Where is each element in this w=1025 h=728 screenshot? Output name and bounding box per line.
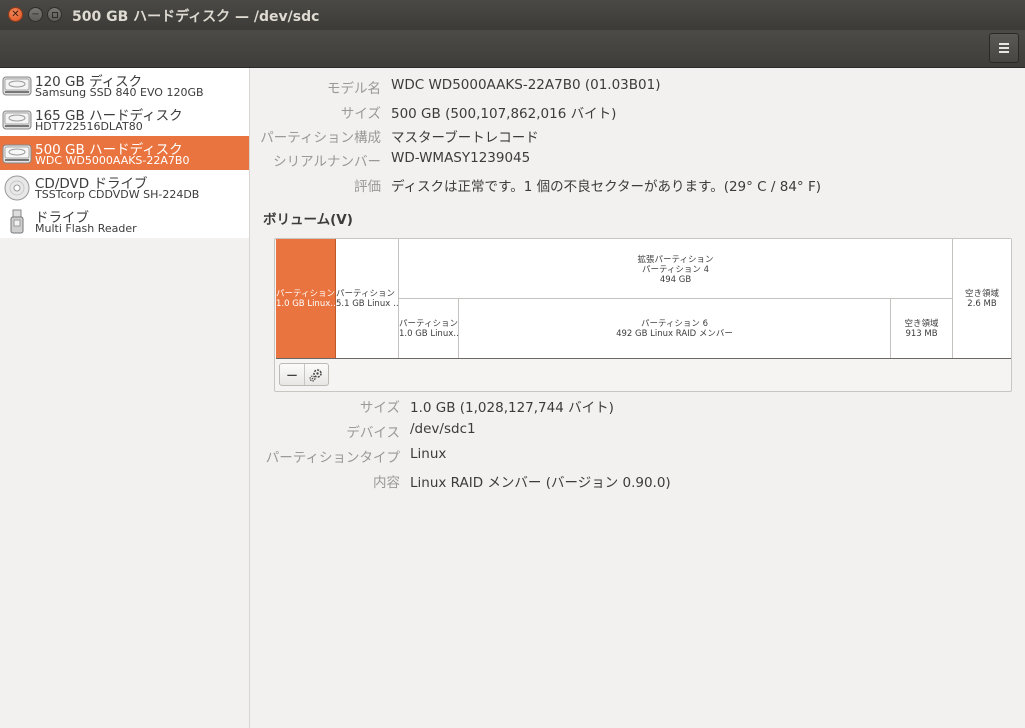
size-row: サイズ 500 GB (500,107,862,016 バイト) <box>251 102 1025 122</box>
size-label: サイズ <box>340 106 381 122</box>
menu-icon <box>999 43 1009 45</box>
volume-partition-1[interactable]: パーティション 1 1.0 GB Linux… <box>276 239 336 358</box>
volume-partition-6[interactable]: パーティション 6 492 GB Linux RAID メンバー <box>459 299 891 358</box>
volume-device-value: /dev/sdc1 <box>410 421 476 437</box>
drive-model: Samsung SSD 840 EVO 120GB <box>35 86 204 99</box>
volume-contents-label: 内容 <box>373 475 400 491</box>
volume-info: 2.6 MB <box>967 299 997 309</box>
volume-name: パーティション 5 <box>399 319 458 329</box>
volumes-heading: ボリューム(V) <box>263 212 353 228</box>
sidebar-item-cd-dvd-drive[interactable]: CD/DVD ドライブ TSSTcorp CDDVDW SH-224DB <box>0 170 249 204</box>
header-bar <box>0 30 1025 68</box>
volume-name: 空き領域 <box>964 289 999 299</box>
drive-model: Multi Flash Reader <box>35 222 137 235</box>
sidebar-item-500gb-disk[interactable]: 500 GB ハードディスク WDC WD5000AAKS-22A7B0 <box>0 136 249 170</box>
maximize-button[interactable] <box>47 7 62 22</box>
close-button[interactable]: ✕ <box>8 7 23 22</box>
optical-disc-icon <box>4 175 30 201</box>
minus-icon: − <box>285 365 299 384</box>
partition-options-button[interactable] <box>303 364 328 385</box>
usb-drive-icon <box>10 209 24 234</box>
volume-name: パーティション 1 <box>276 289 335 299</box>
volume-toolbar: − <box>279 363 329 386</box>
volume-free-space-inner[interactable]: 空き領域 913 MB <box>891 299 953 358</box>
partitioning-row: パーティション構成 マスターブートレコード <box>251 126 1025 146</box>
volume-size-label: サイズ <box>359 400 400 416</box>
drive-model: WDC WD5000AAKS-22A7B0 <box>35 154 190 167</box>
serial-label: シリアルナンバー <box>273 154 381 170</box>
hard-disk-icon <box>2 76 32 96</box>
model-label: モデル名 <box>327 81 381 97</box>
serial-row: シリアルナンバー WD-WMASY1239045 <box>251 150 1025 170</box>
volume-type: 拡張パーティション <box>637 255 714 265</box>
close-icon: ✕ <box>11 8 20 20</box>
volume-free-space-end[interactable]: 空き領域 2.6 MB <box>953 239 1011 358</box>
volume-info: 5.1 GB Linux … <box>336 299 399 309</box>
volume-name: パーティション 6 <box>640 319 709 329</box>
maximize-icon <box>51 11 58 18</box>
title-bar: ✕ − 500 GB ハードディスク — /dev/sdc <box>0 0 1025 30</box>
assessment-label: 評価 <box>354 179 381 195</box>
volume-device-label: デバイス <box>346 425 400 441</box>
volume-partition-2[interactable]: パーティション 2 5.1 GB Linux … <box>336 239 399 358</box>
volume-size-row: サイズ 1.0 GB (1,028,127,744 バイト) <box>251 396 1025 416</box>
volume-info: 1.0 GB Linux… <box>276 299 336 309</box>
drive-model: HDT722516DLAT80 <box>35 120 143 133</box>
disk-details-panel: モデル名 WDC WD5000AAKS-22A7B0 (01.03B01) サイ… <box>251 68 1025 728</box>
partitioning-value: マスターブートレコード <box>391 130 539 146</box>
volume-info: 492 GB Linux RAID メンバー <box>616 329 733 339</box>
volume-partition-5[interactable]: パーティション 5 1.0 GB Linux… <box>399 299 459 358</box>
assessment-row: 評価 ディスクは正常です。1 個の不良セクターがあります。(29° C / 84… <box>251 175 1025 195</box>
drive-model: TSSTcorp CDDVDW SH-224DB <box>35 188 200 201</box>
hard-disk-icon <box>2 144 32 164</box>
volume-type-value: Linux <box>410 446 447 462</box>
volume-device-row: デバイス /dev/sdc1 <box>251 421 1025 441</box>
window-title: 500 GB ハードディスク — /dev/sdc <box>72 9 320 25</box>
partitioning-label: パーティション構成 <box>260 130 381 146</box>
drive-list: 120 GB ディスク Samsung SSD 840 EVO 120GB 16… <box>0 68 249 238</box>
volume-extended-partition-4[interactable]: 拡張パーティション パーティション 4 494 GB <box>399 239 953 299</box>
volume-name: パーティション 4 <box>641 265 710 275</box>
model-value: WDC WD5000AAKS-22A7B0 (01.03B01) <box>391 77 661 93</box>
gear-icon <box>309 368 323 382</box>
sidebar: 120 GB ディスク Samsung SSD 840 EVO 120GB 16… <box>0 68 250 728</box>
volume-name: パーティション 2 <box>336 289 399 299</box>
volume-contents-row: 内容 Linux RAID メンバー (バージョン 0.90.0) <box>251 471 1025 491</box>
volume-type-label: パーティションタイプ <box>265 450 400 466</box>
volume-info: 494 GB <box>659 275 692 285</box>
sidebar-item-120gb-disk[interactable]: 120 GB ディスク Samsung SSD 840 EVO 120GB <box>0 68 249 102</box>
serial-value: WD-WMASY1239045 <box>391 150 531 166</box>
volume-contents-value: Linux RAID メンバー (バージョン 0.90.0) <box>410 475 671 491</box>
volume-info: 913 MB <box>905 329 938 339</box>
volume-size-value: 1.0 GB (1,028,127,744 バイト) <box>410 400 614 416</box>
minimize-icon: − <box>31 8 40 20</box>
volume-info: 1.0 GB Linux… <box>399 329 459 339</box>
menu-button[interactable] <box>989 33 1019 63</box>
minimize-button[interactable]: − <box>28 7 43 22</box>
sidebar-item-flash-reader[interactable]: ドライブ Multi Flash Reader <box>0 204 249 238</box>
volume-grid: パーティション 1 1.0 GB Linux… パーティション 2 5.1 GB… <box>276 239 1011 359</box>
assessment-value: ディスクは正常です。1 個の不良セクターがあります。(29° C / 84° F… <box>391 179 821 195</box>
size-value: 500 GB (500,107,862,016 バイト) <box>391 106 617 122</box>
volume-name: 空き領域 <box>904 319 939 329</box>
hard-disk-icon <box>2 110 32 130</box>
volume-type-row: パーティションタイプ Linux <box>251 446 1025 466</box>
volume-map: パーティション 1 1.0 GB Linux… パーティション 2 5.1 GB… <box>274 238 1012 392</box>
sidebar-item-165gb-disk[interactable]: 165 GB ハードディスク HDT722516DLAT80 <box>0 102 249 136</box>
delete-partition-button[interactable]: − <box>280 364 304 385</box>
model-row: モデル名 WDC WD5000AAKS-22A7B0 (01.03B01) <box>251 77 1025 97</box>
